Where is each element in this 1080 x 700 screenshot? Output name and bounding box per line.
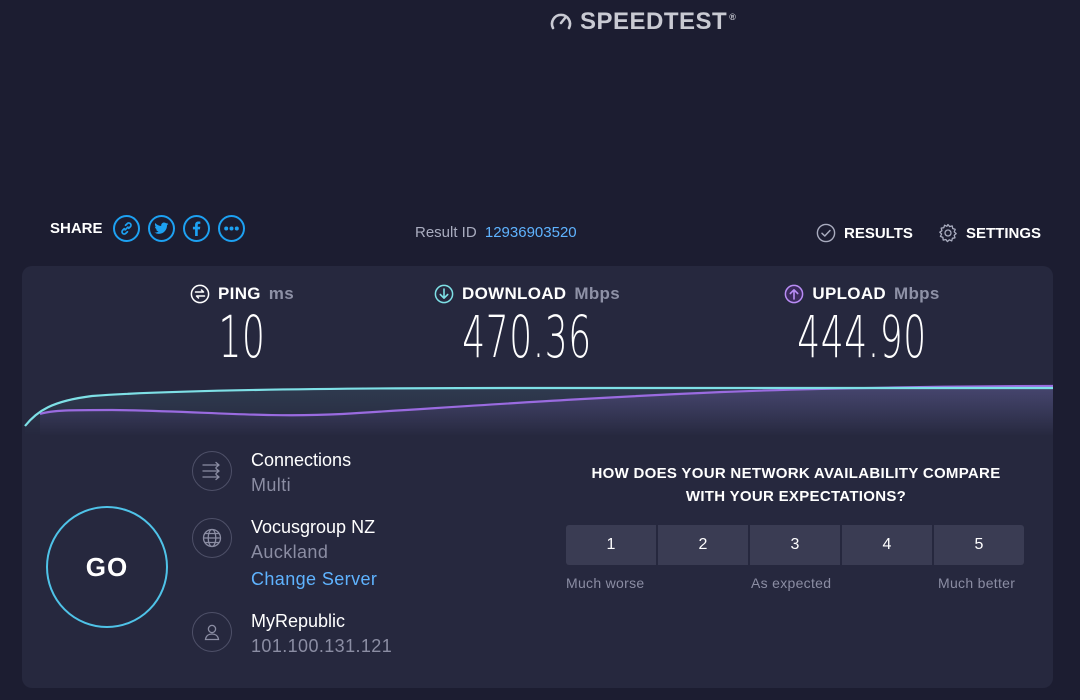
connections-icon-wrap: [192, 451, 232, 491]
speed-graph: [24, 384, 1053, 436]
connections-value: Multi: [251, 475, 292, 495]
result-id: Result ID 12936903520: [415, 224, 577, 241]
download-unit: Mbps: [574, 284, 620, 303]
speedometer-icon: [550, 13, 572, 30]
change-server-link[interactable]: Change Server: [251, 566, 377, 592]
upload-value: 444.90: [797, 303, 927, 371]
ping-icon: [190, 284, 210, 304]
connections-title: Connections: [251, 450, 352, 470]
settings-label: SETTINGS: [966, 224, 1042, 242]
share-twitter-button[interactable]: [147, 215, 175, 242]
results-button[interactable]: RESULTS: [816, 223, 913, 243]
survey-question-line1: HOW DOES YOUR NETWORK AVAILABILITY COMPA…: [591, 465, 1001, 482]
rating-button-2[interactable]: 2: [658, 525, 748, 565]
logo-registered-mark: ®: [729, 12, 737, 22]
download-metric: DOWNLOAD Mbps 470.36: [422, 284, 632, 372]
survey-question: HOW DOES YOUR NETWORK AVAILABILITY COMPA…: [566, 462, 1026, 508]
results-label: RESULTS: [844, 224, 913, 242]
share-facebook-button[interactable]: [182, 215, 210, 242]
survey-section: HOW DOES YOUR NETWORK AVAILABILITY COMPA…: [566, 462, 1026, 595]
share-more-button[interactable]: [217, 215, 245, 242]
go-button[interactable]: GO: [46, 506, 168, 628]
rating-button-4[interactable]: 4: [842, 525, 932, 565]
connections-icon: [202, 461, 221, 481]
download-value: 470.36: [462, 303, 592, 371]
globe-icon-wrap: [192, 518, 232, 558]
rating-label-mid: As expected: [751, 575, 832, 591]
rating-button-5[interactable]: 5: [934, 525, 1024, 565]
gear-icon: [939, 223, 957, 243]
settings-button[interactable]: SETTINGS: [938, 223, 1041, 243]
rating-label-high: Much better: [938, 575, 1016, 591]
rating-labels: Much worse As expected Much better: [566, 575, 1026, 595]
more-icon: [223, 226, 239, 231]
isp-name: MyRepublic: [251, 611, 346, 631]
rating-label-low: Much worse: [566, 575, 645, 591]
upload-unit: Mbps: [893, 284, 940, 303]
user-icon: [204, 624, 220, 641]
check-circle-icon: [816, 223, 836, 243]
share-label: SHARE: [50, 220, 103, 237]
share-bar: SHARE: [50, 215, 245, 242]
globe-icon: [202, 528, 222, 548]
result-id-link[interactable]: 12936903520: [485, 224, 577, 241]
ping-label: PING: [218, 284, 261, 303]
server-location: Auckland: [251, 542, 329, 562]
upload-metric: UPLOAD Mbps 444.90: [757, 284, 967, 372]
server-name: Vocusgroup NZ: [251, 517, 376, 537]
speedtest-logo: SPEEDTEST ®: [548, 8, 736, 36]
rating-button-3[interactable]: 3: [750, 525, 840, 565]
results-panel: PING ms 10 DOWNLOAD Mbps 470.36 UPLOAD M…: [22, 266, 1053, 688]
rating-buttons: 1 2 3 4 5: [566, 525, 1026, 565]
download-label: DOWNLOAD: [462, 284, 567, 303]
link-icon: [120, 222, 132, 235]
ping-value: 10: [218, 303, 266, 371]
upload-arrow-icon: [785, 284, 804, 304]
ping-metric: PING ms 10: [172, 284, 312, 372]
upload-label: UPLOAD: [812, 284, 886, 303]
download-arrow-icon: [434, 284, 454, 304]
rating-button-1[interactable]: 1: [566, 525, 656, 565]
logo-text: SPEEDTEST: [580, 8, 728, 35]
user-icon-wrap: [192, 612, 232, 652]
share-link-button[interactable]: [112, 215, 140, 242]
isp-ip: 101.100.131.121: [251, 636, 393, 656]
result-id-label: Result ID: [415, 224, 477, 241]
facebook-icon: [192, 221, 200, 236]
ping-unit: ms: [268, 284, 294, 303]
twitter-icon: [153, 222, 168, 234]
survey-question-line2: WITH YOUR EXPECTATIONS?: [685, 488, 907, 505]
